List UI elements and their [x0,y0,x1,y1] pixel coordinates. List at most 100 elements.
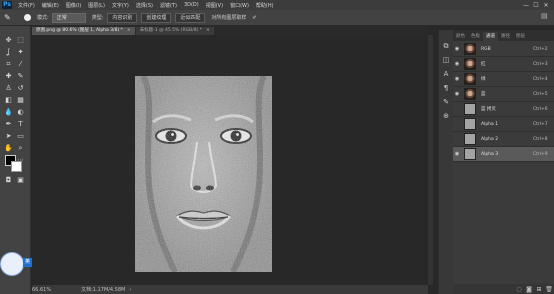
blur-tool-icon[interactable]: 💧 [4,108,13,117]
properties-panel-icon[interactable]: ◫ [442,56,450,64]
panel-tab[interactable]: 通道 [483,32,498,41]
clone-source-icon[interactable]: ⊕ [442,112,450,120]
menu-item[interactable]: 编辑(E) [42,2,59,9]
window-controls: — ☐ ✕ [521,0,551,10]
path-select-icon[interactable]: ➤ [4,132,13,141]
channel-row[interactable]: Alpha 1 Ctrl+7 [453,117,554,132]
panel-tab[interactable]: 颜色 [453,32,468,41]
panel-tab[interactable]: 色板 [468,32,483,41]
tab-close-icon[interactable]: × [127,27,131,35]
menu-item[interactable]: 文件(F) [18,2,35,9]
eraser-icon[interactable]: ◧ [4,96,13,105]
panel-tab[interactable]: 路径 [498,32,513,41]
channels-panel: 颜色 色板 通道 路径 图层 ◉ RGB Ctrl+2 ◉ 红 Ctrl+3 ◉ 绿 Ctrl+4 ◉ 蓝 C… [453,30,554,294]
status-arrow-icon[interactable]: › [129,287,131,293]
pressure-icon[interactable]: ✐ [252,15,256,21]
zoom-level[interactable]: 66.61% [32,287,51,293]
panel-footer: ◌ ◙ ⊞ 🗑 [453,284,554,294]
visibility-eye-icon[interactable]: ◉ [453,91,461,97]
minimize-button[interactable]: — [521,2,531,9]
visibility-eye-icon[interactable]: ◉ [453,76,461,82]
proximity-match-button[interactable]: 近似匹配 [175,12,206,23]
mode-select[interactable]: 正常 [51,12,86,23]
menu-item[interactable]: 文字(Y) [112,2,129,9]
menu-item[interactable]: 窗口(W) [230,2,249,9]
channel-name: 蓝 [481,92,486,97]
gradient-tool-icon[interactable]: ▦ [16,96,25,105]
lasso-tool-icon[interactable]: ʆ [4,48,13,57]
input-method-widget[interactable] [0,252,24,276]
type-tool-icon[interactable]: T [16,120,25,129]
workspace-icon[interactable]: ▤ [541,12,551,22]
quick-mask-icon[interactable]: ◘ [4,176,13,185]
channel-row[interactable]: ◉ 蓝 Ctrl+5 [453,87,554,102]
visibility-eye-icon[interactable]: ◉ [453,46,461,52]
tab-document-1[interactable]: 原图.png @ 80.6% (图层 1, Alpha 3/8) * × [32,27,135,35]
channel-shortcut: Ctrl+3 [533,61,548,67]
history-panel-icon[interactable]: ⧉ [442,42,450,50]
quick-select-icon[interactable]: ✦ [16,48,25,57]
visibility-eye-icon[interactable]: ◉ [453,61,461,67]
sample-all-layers-checkbox[interactable]: 对所有图层取样 [211,14,246,21]
menu-items: 文件(F) 编辑(E) 图像(I) 图层(L) 文字(Y) 选择(S) 滤镜(T) 3D(D)… [18,2,281,9]
pen-tool-icon[interactable]: ✒ [4,120,13,129]
channel-row[interactable]: 蓝 拷贝 Ctrl+6 [453,102,554,117]
content-aware-button[interactable]: 内容识别 [107,12,138,23]
menu-item[interactable]: 滤镜(T) [160,2,177,9]
document-image[interactable] [135,76,272,272]
background-color-swatch[interactable] [11,161,22,172]
document-tabs: 原图.png @ 80.6% (图层 1, Alpha 3/8) * × 未标题… [32,26,428,35]
healing-brush-icon[interactable]: ✚ [4,72,13,81]
brush-size-picker[interactable] [24,14,31,21]
status-bar: 66.61% 文档:1.17M/4.58M › [32,285,428,294]
marquee-tool-icon[interactable]: ⬚ [16,36,25,45]
dodge-tool-icon[interactable]: ◐ [16,108,25,117]
channel-shortcut: Ctrl+6 [533,106,548,112]
menu-item[interactable]: 选择(S) [136,2,153,9]
brush-panel-icon[interactable]: ✎ [442,98,450,106]
channel-row[interactable]: ◉ 红 Ctrl+3 [453,57,554,72]
delete-channel-icon[interactable]: 🗑 [544,286,554,293]
crop-tool-icon[interactable]: ⌗ [4,60,13,69]
hand-tool-icon[interactable]: ✋ [4,144,13,153]
menu-item[interactable]: 3D(D) [184,2,199,9]
input-method-label[interactable]: 英 [23,258,32,267]
character-panel-icon[interactable]: A [442,70,450,78]
save-selection-icon[interactable]: ◙ [524,286,534,293]
shape-tool-icon[interactable]: ▭ [16,132,25,141]
new-channel-icon[interactable]: ⊞ [534,286,544,293]
channel-thumbnail [464,103,476,115]
visibility-eye-icon[interactable]: ◉ [453,151,461,157]
clone-stamp-icon[interactable]: ♙ [4,84,13,93]
panel-tab[interactable]: 图层 [513,32,528,41]
channel-row[interactable]: ◉ Alpha 3 Ctrl+9 [453,147,554,162]
channel-shortcut: Ctrl+2 [533,46,548,52]
history-brush-icon[interactable]: ↺ [16,84,25,93]
move-tool-icon[interactable]: ✥ [4,36,13,45]
channel-row[interactable]: ◉ RGB Ctrl+2 [453,42,554,57]
vertical-scrollbar[interactable] [428,35,433,285]
zoom-tool-icon[interactable]: ⌕ [16,144,25,153]
create-texture-button[interactable]: 创建纹理 [141,12,172,23]
tab-document-2[interactable]: 未标题-1 @ 45.5% (RGB/8) * × [135,27,214,35]
paragraph-panel-icon[interactable]: ¶ [442,84,450,92]
load-selection-icon[interactable]: ◌ [514,286,524,293]
brush-tool-preset-icon[interactable]: ✎ [4,13,16,23]
menu-item[interactable]: 图像(I) [66,2,81,9]
channel-shortcut: Ctrl+7 [533,121,548,127]
channel-row[interactable]: ◉ 绿 Ctrl+4 [453,72,554,87]
brush-tool-icon[interactable]: ✎ [16,72,25,81]
menu-bar: Ps 文件(F) 编辑(E) 图像(I) 图层(L) 文字(Y) 选择(S) 滤镜(T) 3D… [0,0,554,10]
close-button[interactable]: ✕ [541,2,551,9]
screen-mode-icon[interactable]: ▣ [16,176,25,185]
tab-close-icon[interactable]: × [206,27,210,35]
channel-row[interactable]: Alpha 2 Ctrl+8 [453,132,554,147]
channel-name: Alpha 3 [481,151,499,157]
mode-label: 模式: [37,15,49,21]
eyedropper-icon[interactable]: ⁄ [16,60,25,69]
maximize-button[interactable]: ☐ [531,2,541,9]
menu-item[interactable]: 帮助(H) [256,2,274,9]
menu-item[interactable]: 图层(L) [88,2,105,9]
menu-item[interactable]: 视图(V) [206,2,223,9]
panel-tabs: 颜色 色板 通道 路径 图层 [453,30,554,41]
